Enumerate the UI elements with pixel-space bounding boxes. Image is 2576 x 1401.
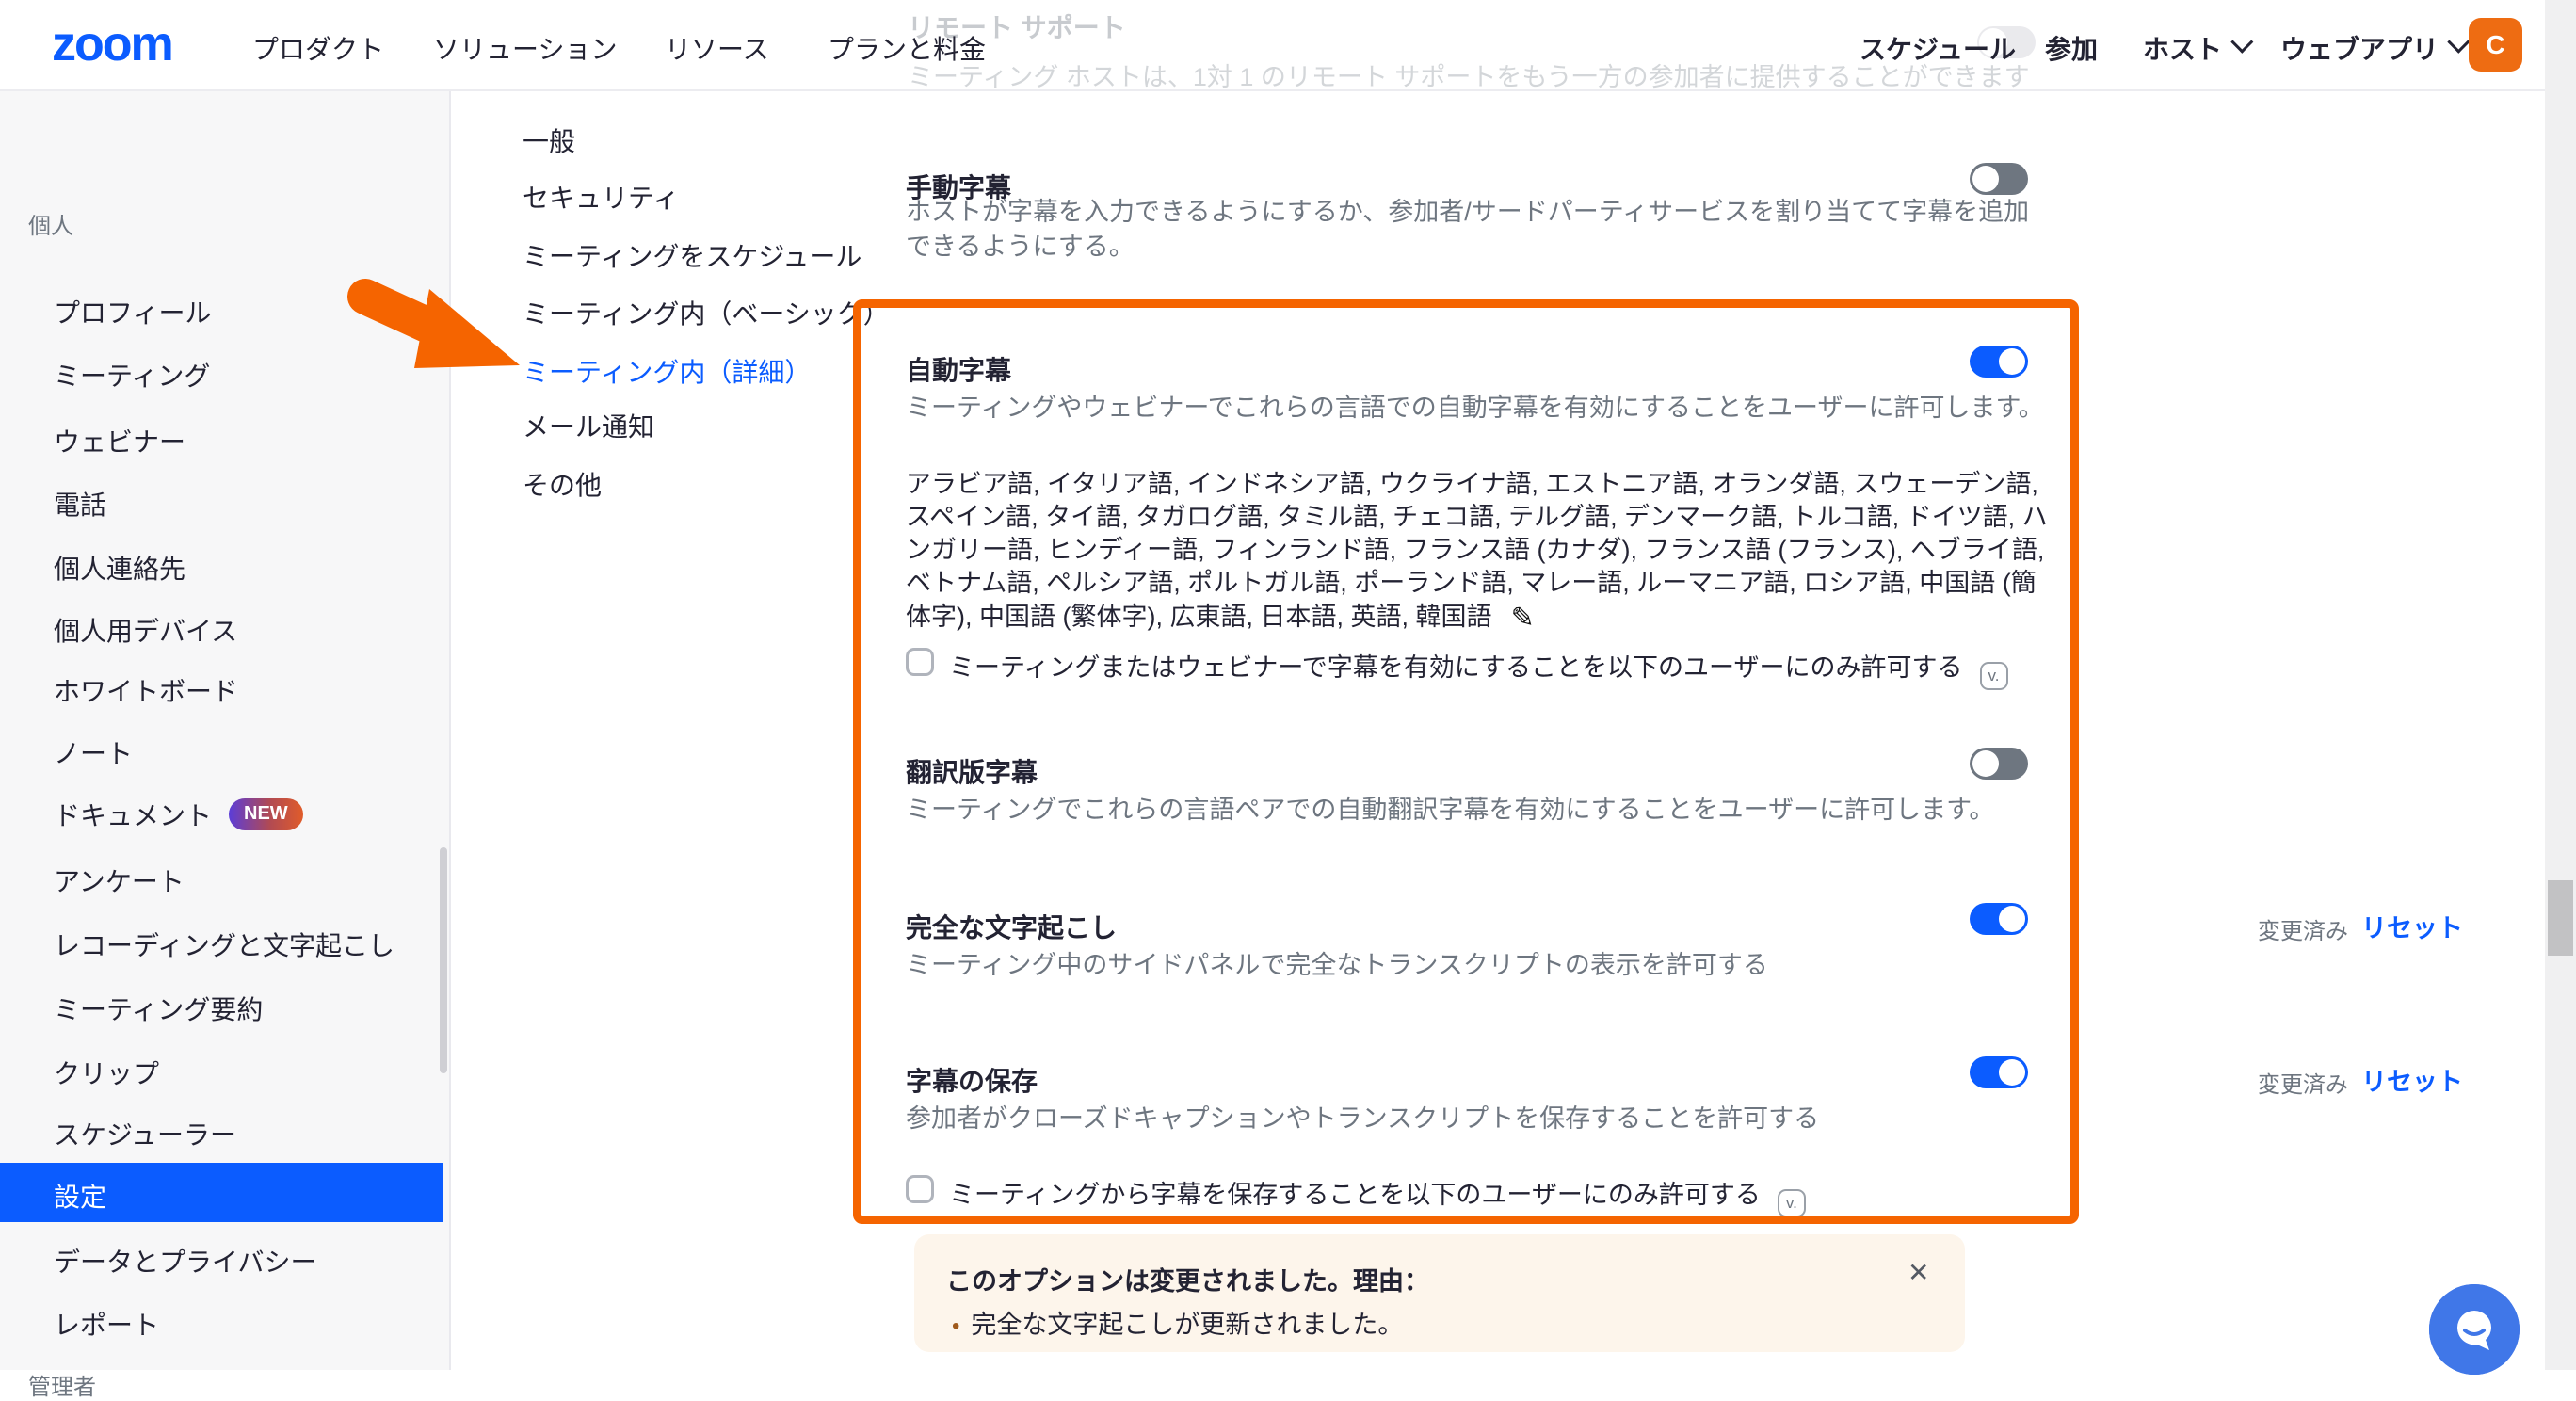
notification-bullet-text: 完全な文字起こしが更新されました。 (971, 1311, 1403, 1339)
sidebar-item-reports[interactable]: レポート (54, 1305, 159, 1343)
tab-general[interactable]: 一般 (523, 121, 575, 159)
sidebar-item-docs[interactable]: ドキュメント NEW (54, 796, 303, 833)
toggle-knob (1999, 906, 2025, 932)
sidebar-item-data-privacy[interactable]: データとプライバシー (54, 1242, 316, 1280)
manual-captions-toggle[interactable] (1970, 163, 2028, 195)
toggle-knob (1972, 750, 1999, 777)
chevron-down-icon (2447, 31, 2470, 54)
notification-bullet: • 完全な文字起こしが更新されました。 (952, 1304, 1403, 1341)
avatar[interactable]: C (2469, 18, 2522, 72)
sidebar-scrollbar[interactable] (440, 847, 447, 1073)
nav-webapp-menu[interactable]: ウェブアプリ (2280, 29, 2464, 67)
translated-captions-desc: ミーティングでこれらの言語ペアでの自動翻訳字幕を有効にすることをユーザーに許可し… (906, 793, 2045, 828)
sidebar-section-admin: 管理者 (28, 1368, 96, 1401)
visibility-badge-icon[interactable]: v. (1778, 1189, 1806, 1217)
app-header: リモート サポート ミーティング ホストは、1対 1 のリモート サポートをもう… (0, 0, 2576, 91)
bullet-dot: • (952, 1313, 959, 1339)
auto-captions-toggle[interactable] (1970, 346, 2028, 378)
save-captions-restrict-label: ミーティングから字幕を保存することを以下のユーザーにのみ許可するv. (949, 1174, 1806, 1213)
chat-support-button[interactable] (2429, 1284, 2520, 1375)
language-list-text: アラビア語, イタリア語, インドネシア語, ウクライナ語, エストニア語, オ… (906, 470, 2048, 631)
auto-captions-language-list: アラビア語, イタリア語, インドネシア語, ウクライナ語, エストニア語, オ… (906, 468, 2050, 634)
save-captions-desc: 参加者がクローズドキャプションやトランスクリプトを保存することを許可する (906, 1102, 2045, 1136)
sidebar-item-docs-label: ドキュメント (54, 796, 212, 833)
close-icon[interactable]: ✕ (1908, 1257, 1929, 1288)
sidebar-item-scheduler[interactable]: スケジューラー (54, 1115, 236, 1152)
nav-host-label: ホスト (2143, 35, 2222, 64)
sidebar-item-recordings[interactable]: レコーディングと文字起こし (54, 926, 394, 963)
change-notification: このオプションは変更されました。理由： • 完全な文字起こしが更新されました。 ✕ (914, 1234, 1965, 1352)
sidebar: 個人 プロフィール ミーティング ウェビナー 電話 個人連絡先 個人用デバイス … (0, 89, 451, 1370)
tab-security[interactable]: セキュリティ (523, 178, 679, 216)
nav-host-menu[interactable]: ホスト (2143, 29, 2247, 67)
full-transcript-desc: ミーティング中のサイドパネルで完全なトランスクリプトの表示を許可する (906, 948, 2045, 983)
auto-captions-restrict-checkbox[interactable] (906, 648, 934, 676)
sidebar-item-clips[interactable]: クリップ (54, 1054, 159, 1091)
manual-captions-desc: ホストが字幕を入力できるようにするか、参加者/サードパーティサービスを割り当てて… (906, 195, 2045, 265)
toggle-knob (1972, 166, 1999, 192)
tab-in-meeting-advanced[interactable]: ミーティング内（詳細） (523, 352, 811, 390)
tab-schedule-meeting[interactable]: ミーティングをスケジュール (523, 236, 861, 274)
save-captions-modified-label: 変更済み (2258, 1066, 2348, 1099)
full-transcript-title: 完全な文字起こし (906, 908, 1117, 945)
notification-title: このオプションは変更されました。理由： (946, 1261, 1429, 1297)
page-scrollbar-thumb[interactable] (2548, 880, 2573, 956)
chevron-down-icon (2230, 31, 2253, 54)
full-transcript-toggle[interactable] (1970, 903, 2028, 935)
tab-in-meeting-basic[interactable]: ミーティング内（ベーシック） (523, 294, 890, 331)
edit-pencil-icon[interactable]: ✎ (1511, 602, 1535, 635)
toggle-knob (1999, 1059, 2025, 1086)
save-captions-title: 字幕の保存 (906, 1061, 1038, 1099)
page-scrollbar-track[interactable] (2545, 0, 2576, 1370)
translated-captions-title: 翻訳版字幕 (906, 752, 1038, 790)
sidebar-section-personal: 個人 (28, 207, 73, 240)
checkbox-label-text: ミーティングまたはウェビナーで字幕を有効にすることを以下のユーザーにのみ許可する (949, 653, 1963, 682)
nav-plans-pricing[interactable]: プランと料金 (828, 29, 986, 67)
sidebar-item-contacts[interactable]: 個人連絡先 (54, 549, 185, 587)
sidebar-item-meetings[interactable]: ミーティング (54, 356, 210, 394)
toggle-knob (1999, 348, 2025, 375)
translated-captions-toggle[interactable] (1970, 748, 2028, 780)
auto-captions-desc: ミーティングやウェビナーでこれらの言語での自動字幕を有効にすることをユーザーに許… (906, 391, 2045, 426)
sidebar-item-webinars[interactable]: ウェビナー (54, 422, 185, 459)
auto-captions-title: 自動字幕 (906, 350, 1011, 388)
save-captions-reset-link[interactable]: リセット (2361, 1061, 2463, 1098)
nav-join[interactable]: 参加 (2045, 29, 2098, 67)
new-badge: NEW (229, 798, 303, 830)
full-transcript-reset-link[interactable]: リセット (2361, 908, 2463, 944)
sidebar-item-surveys[interactable]: アンケート (54, 862, 185, 899)
nav-solutions[interactable]: ソリューション (433, 29, 617, 67)
auto-captions-restrict-label: ミーティングまたはウェビナーで字幕を有効にすることを以下のユーザーにのみ許可する… (949, 647, 2008, 685)
sidebar-item-phone[interactable]: 電話 (54, 485, 106, 523)
tab-email-notifications[interactable]: メール通知 (523, 407, 654, 444)
zoom-logo[interactable]: zoom (52, 17, 172, 72)
chat-bubble-icon (2429, 1284, 2520, 1375)
sidebar-item-settings[interactable]: 設定 (54, 1177, 106, 1215)
nav-products[interactable]: プロダクト (252, 29, 384, 67)
visibility-badge-icon[interactable]: v. (1980, 662, 2008, 690)
save-captions-restrict-checkbox[interactable] (906, 1175, 934, 1203)
sidebar-item-summaries[interactable]: ミーティング要約 (54, 990, 263, 1027)
sidebar-item-notes[interactable]: ノート (54, 733, 133, 771)
sidebar-item-profile[interactable]: プロフィール (54, 293, 211, 330)
nav-schedule[interactable]: スケジュール (1860, 29, 2016, 67)
checkbox-label-text: ミーティングから字幕を保存することを以下のユーザーにのみ許可する (949, 1181, 1761, 1209)
sidebar-item-devices[interactable]: 個人用デバイス (54, 611, 237, 649)
save-captions-toggle[interactable] (1970, 1056, 2028, 1088)
full-transcript-modified-label: 変更済み (2258, 912, 2348, 945)
nav-webapp-label: ウェブアプリ (2280, 35, 2439, 64)
nav-resources[interactable]: リソース (665, 29, 769, 67)
sidebar-item-whiteboard[interactable]: ホワイトボード (54, 671, 238, 709)
tab-other[interactable]: その他 (523, 465, 602, 503)
